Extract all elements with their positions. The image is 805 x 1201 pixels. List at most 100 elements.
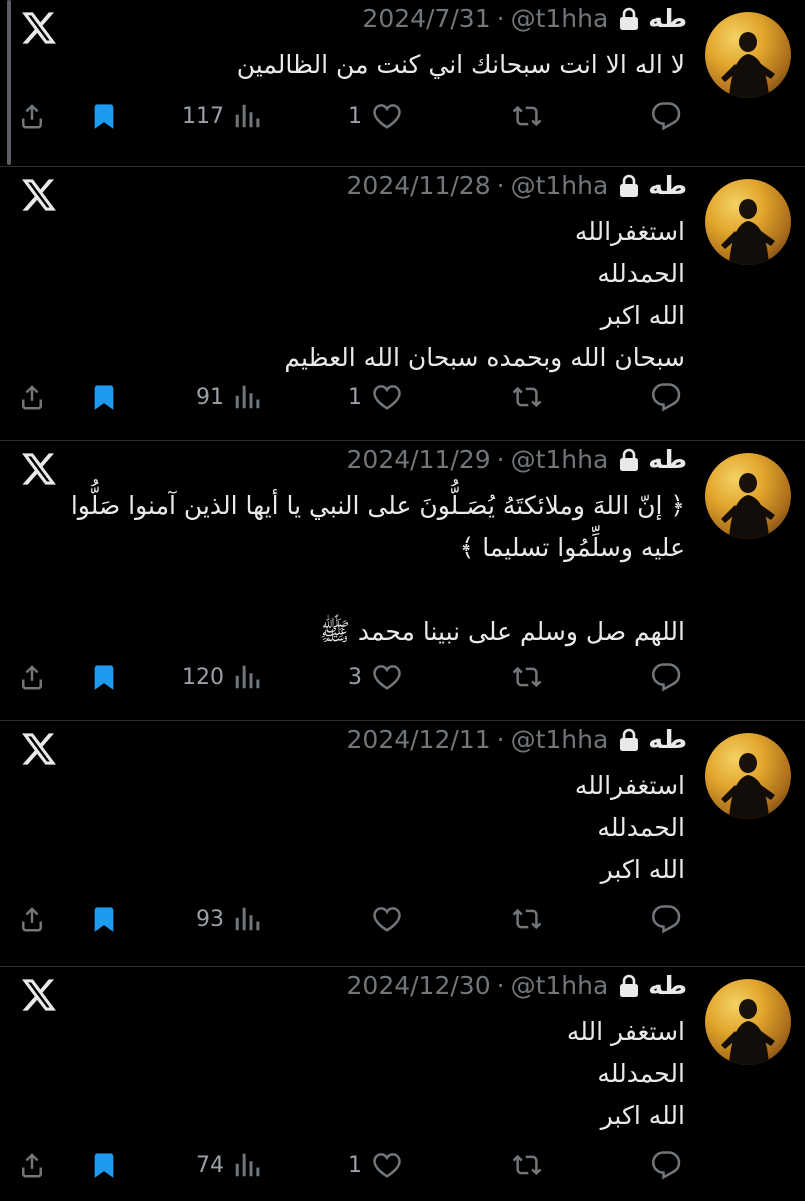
tweet-text: ﴿ إنّ اللهَ وملائكتَهُ يُصَـلُّونَ على ا… [70, 485, 685, 653]
user-handle[interactable]: @t1hha [511, 971, 609, 1000]
tweet-text-line: الحمدلله [597, 813, 685, 842]
share-icon [16, 382, 48, 412]
tweet[interactable]: طه @t1hha · 2024/11/28 استغفرالله الحمدلله الل… [0, 166, 805, 441]
share-button[interactable] [16, 657, 48, 697]
like-button[interactable] [330, 899, 404, 939]
like-button[interactable]: 1 [330, 377, 404, 417]
retweet-button[interactable] [510, 377, 544, 417]
separator-dot: · [496, 445, 505, 474]
retweet-button[interactable] [510, 1145, 544, 1185]
bookmark-button[interactable] [90, 1145, 118, 1185]
tweet-date[interactable]: 2024/7/31 [362, 4, 490, 33]
tweet-text-line: ﴿ إنّ اللهَ وملائكتَهُ يُصَـلُّونَ على ا… [70, 491, 685, 520]
tweet[interactable]: طه @t1hha · 2024/11/29 ﴿ إنّ اللهَ وملائكتَه… [0, 440, 805, 721]
reply-button[interactable] [650, 377, 682, 417]
share-icon [16, 101, 48, 131]
reply-icon [650, 904, 682, 934]
reply-button[interactable] [650, 96, 682, 136]
x-logo-icon [22, 733, 56, 769]
views-button[interactable]: 120 [170, 657, 262, 697]
tweet[interactable]: طه @t1hha · 2024/12/11 استغفرالله الحمدلله الل… [0, 720, 805, 967]
tweet-date[interactable]: 2024/12/30 [347, 971, 491, 1000]
like-button[interactable]: 1 [330, 1145, 404, 1185]
reply-button[interactable] [650, 899, 682, 939]
tweet-text-line: الله اكبر [600, 301, 685, 330]
likes-count: 3 [348, 664, 362, 690]
retweet-icon [510, 662, 544, 692]
views-button[interactable]: 91 [170, 377, 262, 417]
bookmark-button[interactable] [90, 899, 118, 939]
likes-count: 1 [348, 103, 362, 129]
views-button[interactable]: 117 [170, 96, 262, 136]
reply-button[interactable] [650, 1145, 682, 1185]
views-count: 117 [182, 103, 224, 129]
bookmark-button[interactable] [90, 657, 118, 697]
display-name[interactable]: طه [648, 171, 687, 200]
share-button[interactable] [16, 96, 48, 136]
reply-button[interactable] [650, 657, 682, 697]
bookmark-button[interactable] [90, 377, 118, 417]
share-button[interactable] [16, 899, 48, 939]
tweet-date[interactable]: 2024/11/29 [347, 445, 491, 474]
avatar[interactable] [705, 12, 791, 98]
display-name[interactable]: طه [648, 4, 687, 33]
like-button[interactable]: 1 [330, 96, 404, 136]
tweet-text-line: سبحان الله وبحمده سبحان الله العظيم [284, 343, 685, 372]
lock-icon [618, 974, 640, 998]
bookmark-icon [90, 662, 118, 692]
display-name[interactable]: طه [648, 725, 687, 754]
reply-icon [650, 382, 682, 412]
display-name[interactable]: طه [648, 971, 687, 1000]
display-name[interactable]: طه [648, 445, 687, 474]
views-icon [232, 382, 262, 412]
retweet-button[interactable] [510, 96, 544, 136]
views-button[interactable]: 93 [170, 899, 262, 939]
tweet[interactable]: طه @t1hha · 2024/7/31 لا اله الا انت سبحانك … [0, 0, 805, 166]
user-handle[interactable]: @t1hha [511, 4, 609, 33]
avatar[interactable] [705, 453, 791, 539]
retweet-icon [510, 904, 544, 934]
share-icon [16, 1150, 48, 1180]
tweet-date[interactable]: 2024/11/28 [347, 171, 491, 200]
tweet-actions: 93 [0, 899, 805, 939]
avatar[interactable] [705, 179, 791, 265]
tweet-header: طه @t1hha · 2024/12/30 [347, 971, 687, 1000]
tweet-text: لا اله الا انت سبحانك اني كنت من الظالمي… [115, 44, 685, 86]
like-icon [370, 101, 404, 131]
retweet-icon [510, 382, 544, 412]
bookmark-button[interactable] [90, 96, 118, 136]
views-icon [232, 662, 262, 692]
lock-icon [618, 174, 640, 198]
views-count: 74 [196, 1152, 224, 1178]
avatar[interactable] [705, 733, 791, 819]
tweet-text: استغفر الله الحمدلله الله اكبر [115, 1011, 685, 1137]
retweet-button[interactable] [510, 657, 544, 697]
x-logo-icon [22, 979, 56, 1015]
like-button[interactable]: 3 [330, 657, 404, 697]
views-icon [232, 904, 262, 934]
tweet-text-line: استغفرالله [574, 771, 685, 800]
avatar[interactable] [705, 979, 791, 1065]
bookmark-icon [90, 1150, 118, 1180]
views-count: 91 [196, 384, 224, 410]
bookmark-icon [90, 904, 118, 934]
tweet-date[interactable]: 2024/12/11 [347, 725, 491, 754]
user-handle[interactable]: @t1hha [511, 171, 609, 200]
tweet-text-line: اللهم صل وسلم على نبينا محمد ﷺ [319, 617, 685, 646]
views-button[interactable]: 74 [170, 1145, 262, 1185]
tweet-text-line: الحمدلله [597, 1059, 685, 1088]
reply-icon [650, 1150, 682, 1180]
tweet[interactable]: طه @t1hha · 2024/12/30 استغفر الله الحمدلله ال… [0, 966, 805, 1201]
tweet-text: استغفرالله الحمدلله الله اكبر [115, 765, 685, 891]
user-handle[interactable]: @t1hha [511, 725, 609, 754]
user-handle[interactable]: @t1hha [511, 445, 609, 474]
retweet-button[interactable] [510, 899, 544, 939]
tweet-header: طه @t1hha · 2024/7/31 [362, 4, 687, 33]
views-count: 120 [182, 664, 224, 690]
tweet-actions: 120 3 [0, 657, 805, 697]
share-button[interactable] [16, 377, 48, 417]
tweet-text-line [115, 569, 685, 611]
share-button[interactable] [16, 1145, 48, 1185]
likes-count: 1 [348, 1152, 362, 1178]
like-icon [370, 1150, 404, 1180]
